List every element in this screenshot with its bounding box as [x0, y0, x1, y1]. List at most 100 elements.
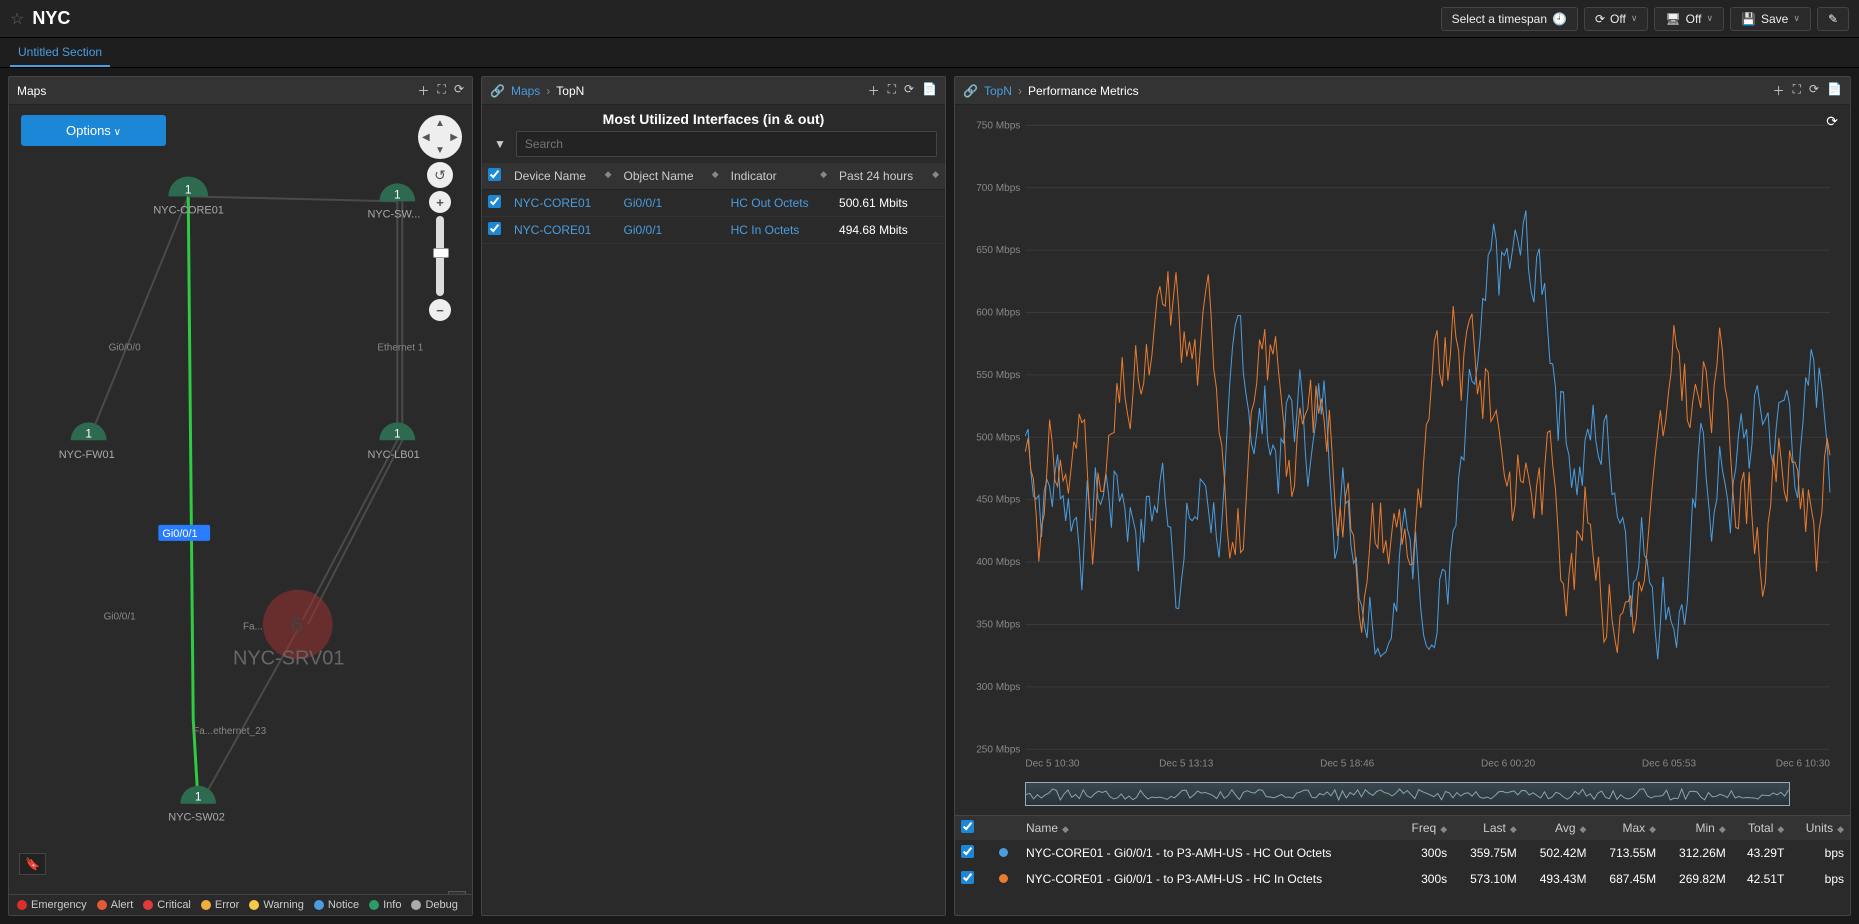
expand-icon[interactable]: ⛶: [1793, 82, 1801, 99]
edge-label: Ethernet 1: [377, 343, 423, 354]
timespan-label: Select a timespan: [1452, 12, 1547, 26]
options-button[interactable]: Options: [21, 115, 166, 146]
min-cell: 312.26M: [1662, 840, 1732, 866]
svg-text:Dec 6 10:30: Dec 6 10:30: [1776, 759, 1831, 770]
export-icon[interactable]: 📄: [922, 82, 937, 99]
node-label: NYC-SRV01: [233, 647, 344, 669]
tab-untitled[interactable]: Untitled Section: [10, 39, 110, 67]
pan-control[interactable]: ▲ ▼ ◀ ▶: [418, 115, 462, 159]
node-label: NYC-FW01: [59, 449, 115, 461]
pan-up-icon[interactable]: ▲: [435, 118, 445, 129]
edit-button[interactable]: ✎: [1817, 7, 1849, 31]
table-row[interactable]: NYC-CORE01 Gi0/0/1 HC In Octets 494.68 M…: [482, 217, 945, 244]
freq-cell: 300s: [1397, 866, 1453, 892]
svg-text:300 Mbps: 300 Mbps: [976, 682, 1020, 693]
chart-range-selector[interactable]: [1025, 782, 1790, 806]
chevron-down-icon: ∨: [1793, 13, 1800, 24]
col-avg: Avg◆: [1523, 816, 1593, 840]
last-cell: 359.75M: [1453, 840, 1523, 866]
refresh-icon[interactable]: ⟳: [454, 82, 464, 99]
refresh-off-button[interactable]: ⟳ Off ∨: [1584, 7, 1648, 31]
object-cell[interactable]: Gi0/0/1: [618, 190, 725, 217]
performance-chart[interactable]: 750 Mbps700 Mbps650 Mbps600 Mbps550 Mbps…: [965, 115, 1840, 775]
node-badge: 1: [394, 187, 401, 201]
refresh-icon[interactable]: ⟳: [1809, 82, 1819, 99]
breadcrumb-maps[interactable]: Maps: [511, 84, 540, 98]
select-all-checkbox[interactable]: [961, 820, 974, 833]
filter-icon[interactable]: ▼: [490, 137, 510, 151]
timespan-button[interactable]: Select a timespan 🕘: [1441, 7, 1578, 31]
favorite-star-icon[interactable]: ☆: [10, 9, 24, 29]
expand-icon[interactable]: ⛶: [438, 82, 446, 99]
edge-label: Fa...ethernet_23: [193, 726, 266, 737]
node-label: NYC-LB01: [367, 449, 419, 461]
performance-panel: 🔗 TopN › Performance Metrics ＋ ⛶ ⟳ 📄 ⟳ 7…: [954, 76, 1851, 916]
display-off-button[interactable]: 🖥 Off ∨: [1654, 7, 1724, 31]
svg-text:550 Mbps: 550 Mbps: [976, 370, 1020, 381]
col-past24: Past 24 hours◆: [833, 163, 945, 190]
add-icon[interactable]: ＋: [1773, 82, 1785, 99]
row-checkbox[interactable]: [961, 845, 974, 858]
row-checkbox[interactable]: [961, 871, 974, 884]
legend-info: Info: [383, 899, 401, 911]
refresh-off-label: Off: [1610, 12, 1626, 26]
svg-text:Dec 6 00:20: Dec 6 00:20: [1481, 759, 1536, 770]
select-all-checkbox[interactable]: [488, 168, 501, 181]
col-object: Object Name◆: [618, 163, 725, 190]
value-cell: 500.61 Mbits: [833, 190, 945, 217]
device-cell[interactable]: NYC-CORE01: [508, 217, 618, 244]
last-cell: 573.10M: [1453, 866, 1523, 892]
pan-left-icon[interactable]: ◀: [422, 132, 430, 143]
col-max: Max◆: [1592, 816, 1662, 840]
pan-down-icon[interactable]: ▼: [435, 145, 445, 156]
device-cell[interactable]: NYC-CORE01: [508, 190, 618, 217]
section-tabs: Untitled Section: [0, 38, 1859, 68]
series-color-icon: [999, 848, 1008, 857]
maps-panel-title: Maps: [17, 84, 46, 98]
series-name: NYC-CORE01 - Gi0/0/1 - to P3-AMH-US - HC…: [1020, 866, 1397, 892]
display-off-label: Off: [1686, 12, 1702, 26]
pan-right-icon[interactable]: ▶: [450, 132, 458, 143]
table-row[interactable]: NYC-CORE01 - Gi0/0/1 - to P3-AMH-US - HC…: [955, 840, 1850, 866]
save-icon: 💾: [1741, 12, 1756, 26]
legend-warning: Warning: [263, 899, 304, 911]
legend-notice: Notice: [328, 899, 359, 911]
breadcrumb-topn[interactable]: TopN: [984, 84, 1012, 98]
table-row[interactable]: NYC-CORE01 - Gi0/0/1 - to P3-AMH-US - HC…: [955, 866, 1850, 892]
search-input[interactable]: [516, 131, 937, 157]
object-cell[interactable]: Gi0/0/1: [618, 217, 725, 244]
topn-subtitle: Most Utilized Interfaces (in & out): [482, 105, 945, 131]
col-indicator: Indicator◆: [725, 163, 833, 190]
refresh-icon[interactable]: ⟳: [904, 82, 914, 99]
indicator-cell[interactable]: HC In Octets: [725, 217, 833, 244]
row-checkbox[interactable]: [488, 222, 501, 235]
col-last: Last◆: [1453, 816, 1523, 840]
bookmark-icon[interactable]: 🔖: [19, 853, 46, 875]
indicator-cell[interactable]: HC Out Octets: [725, 190, 833, 217]
chevron-down-icon: ∨: [1631, 13, 1638, 24]
page-title: NYC: [32, 8, 70, 29]
save-button[interactable]: 💾 Save ∨: [1730, 7, 1811, 31]
table-row[interactable]: NYC-CORE01 Gi0/0/1 HC Out Octets 500.61 …: [482, 190, 945, 217]
export-icon[interactable]: 📄: [1827, 82, 1842, 99]
refresh-icon: ⟳: [1595, 12, 1605, 26]
zoom-in-button[interactable]: +: [429, 191, 451, 213]
expand-icon[interactable]: ⛶: [888, 82, 896, 99]
network-map[interactable]: Gi0/0/0 Gi0/0/1 Ethernet 1 Fa... Fa...et…: [9, 105, 472, 915]
zoom-slider[interactable]: [436, 216, 444, 296]
row-checkbox[interactable]: [488, 195, 501, 208]
node-badge: 1: [85, 426, 92, 440]
svg-text:400 Mbps: 400 Mbps: [976, 557, 1020, 568]
add-icon[interactable]: ＋: [418, 82, 430, 99]
svg-text:Dec 5 18:46: Dec 5 18:46: [1320, 759, 1375, 770]
legend-critical: Critical: [157, 899, 191, 911]
add-icon[interactable]: ＋: [868, 82, 880, 99]
zoom-out-button[interactable]: −: [429, 299, 451, 321]
rotate-control[interactable]: ↺: [427, 162, 453, 188]
edge-label: Gi0/0/1: [104, 612, 137, 623]
total-cell: 42.51T: [1732, 866, 1791, 892]
avg-cell: 502.42M: [1523, 840, 1593, 866]
freq-cell: 300s: [1397, 840, 1453, 866]
chart-refresh-icon[interactable]: ⟳: [1826, 113, 1838, 130]
legend-alert: Alert: [111, 899, 134, 911]
